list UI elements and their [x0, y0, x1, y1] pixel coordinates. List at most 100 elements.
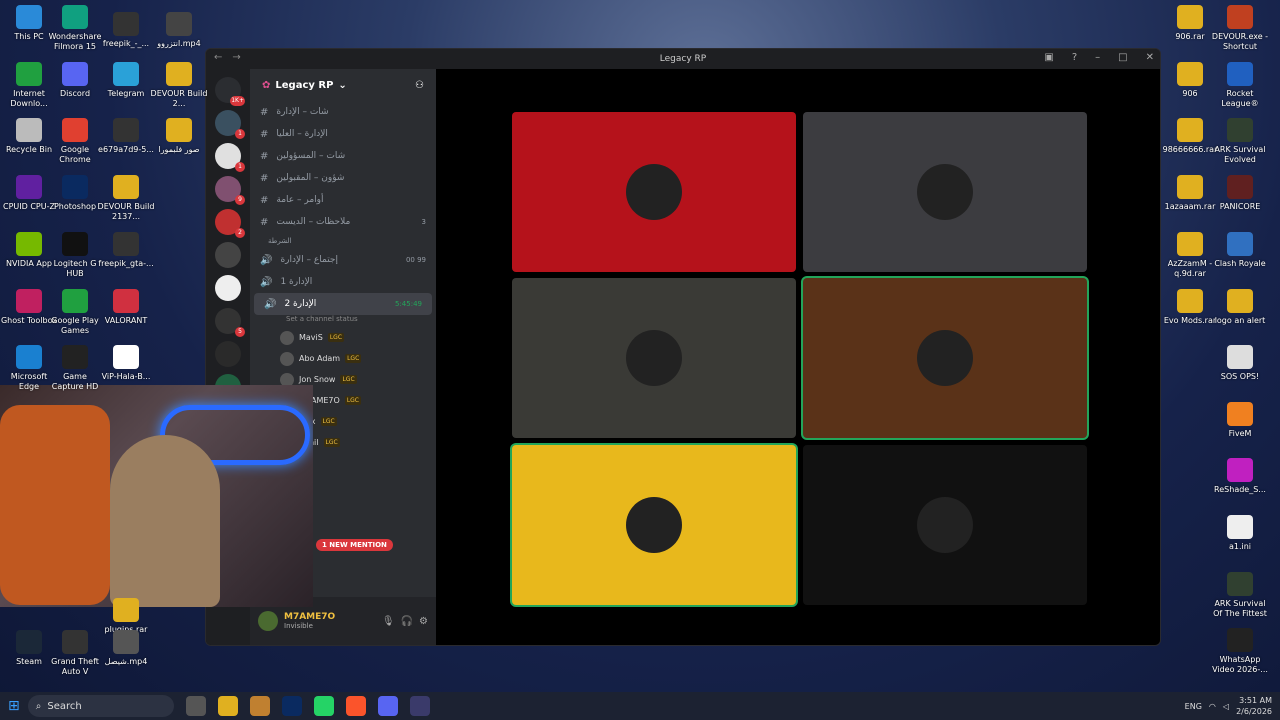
server-icon[interactable]: 1	[215, 110, 245, 139]
forward-icon[interactable]: →	[232, 52, 240, 63]
channel-item[interactable]: الشرطة	[250, 233, 436, 249]
channel-item[interactable]: # الإدارة – العليا	[250, 123, 436, 145]
desktop-shortcut[interactable]: ARK Survival Evolved	[1211, 118, 1269, 165]
channel-item[interactable]: # ملاحظات – الديست 3	[250, 211, 436, 233]
clan-tag: LGC	[340, 375, 357, 384]
desktop-shortcut[interactable]: Photoshop	[46, 175, 104, 212]
desktop-shortcut[interactable]: Game Capture HD	[46, 345, 104, 392]
settings-gear-icon[interactable]: ⚙	[419, 616, 428, 627]
server-icon[interactable]	[215, 242, 241, 268]
channel-item[interactable]: 🔊 الإدارة 2 5:45:49	[254, 293, 432, 315]
desktop-shortcut[interactable]: Rocket League®	[1211, 62, 1269, 109]
desktop-shortcut[interactable]: e679a7d9-5...	[97, 118, 155, 155]
microphone-icon[interactable]: 🎙	[382, 616, 395, 627]
desktop-shortcut[interactable]: ReShade_S...	[1211, 458, 1269, 495]
channel-item[interactable]: 🔊 الإدارة 1	[250, 271, 436, 293]
channel-item[interactable]: # شات – المسؤولين	[250, 145, 436, 167]
desktop-icon-label: PANICORE	[1219, 202, 1261, 211]
avatar[interactable]	[258, 611, 278, 631]
participant-tile[interactable]	[512, 445, 796, 605]
desktop-shortcut[interactable]: Grand Theft Auto V	[46, 630, 104, 677]
desktop-shortcut[interactable]: Wondershare Filmora 15	[46, 5, 104, 52]
desktop-shortcut[interactable]: Google Chrome	[46, 118, 104, 165]
desktop-shortcut[interactable]: Clash Royale	[1211, 232, 1269, 269]
server-icon[interactable]: 2	[215, 209, 245, 238]
participant-tile[interactable]	[803, 445, 1087, 605]
task-view-icon[interactable]	[185, 696, 206, 716]
app-icon[interactable]	[249, 696, 270, 716]
desktop-icon-label: WhatsApp Video 2026-...	[1212, 655, 1268, 674]
desktop-shortcut[interactable]: شيصل.mp4	[97, 630, 155, 667]
windows-start-icon[interactable]: ⊞	[8, 698, 20, 714]
desktop-shortcut[interactable]: logo an alert	[1211, 289, 1269, 326]
desktop-shortcut[interactable]: FiveM	[1211, 402, 1269, 439]
desktop-shortcut[interactable]: freepik_-_...	[97, 12, 155, 49]
server-icon[interactable]	[215, 275, 241, 301]
desktop-icon-label: Google Chrome	[59, 145, 91, 164]
participant-tile[interactable]	[512, 112, 796, 272]
clan-tag: LGC	[320, 417, 337, 426]
desktop-shortcut[interactable]: DEVOUR Build 2137...	[97, 175, 155, 222]
desktop-shortcut[interactable]: SOS OPS!	[1211, 345, 1269, 382]
whatsapp-icon[interactable]	[313, 696, 334, 716]
photoshop-icon[interactable]	[281, 696, 302, 716]
discord-taskbar-icon[interactable]	[377, 696, 398, 716]
desktop-shortcut[interactable]: انتزروو.mp4	[150, 12, 208, 49]
inbox-icon[interactable]: ▣	[1044, 52, 1053, 63]
clan-tag: LGC	[345, 354, 362, 363]
channel-name: الشرطة	[268, 237, 292, 245]
server-icon[interactable]	[215, 341, 241, 367]
back-icon[interactable]: ←	[214, 52, 222, 63]
close-button[interactable]: ✕	[1146, 52, 1154, 63]
channel-status[interactable]: Set a channel status	[250, 315, 436, 327]
desktop-shortcut[interactable]: DEVOUR Build 2...	[150, 62, 208, 109]
search-box[interactable]: ⌕ Search	[27, 695, 174, 717]
wifi-icon[interactable]: ◠	[1209, 702, 1216, 711]
brave-icon[interactable]	[345, 696, 366, 716]
maximize-button[interactable]: □	[1118, 52, 1127, 63]
desktop-shortcut[interactable]: WhatsApp Video 2026-...	[1211, 628, 1269, 675]
server-icon[interactable]: 1K+	[215, 77, 245, 106]
voice-user[interactable]: MaviS LGC	[250, 327, 436, 348]
desktop-shortcut[interactable]: freepik_gta-...	[97, 232, 155, 269]
desktop-shortcut[interactable]: صور فلبمورا	[150, 118, 208, 155]
new-mention-badge[interactable]: 1 NEW MENTION	[316, 539, 393, 551]
guild-header[interactable]: ✿ Legacy RP ⌄ ⚇	[250, 69, 436, 101]
desktop-shortcut[interactable]: VALORANT	[97, 289, 155, 326]
desktop-icon-label: Wondershare Filmora 15	[48, 32, 102, 51]
desktop-shortcut[interactable]: a1.ini	[1211, 515, 1269, 552]
server-badge: 1K+	[230, 96, 245, 106]
voice-user[interactable]: Abo Adam LGC	[250, 348, 436, 369]
language-indicator[interactable]: ENG	[1185, 702, 1202, 711]
channel-item[interactable]: # شؤون – المقبولين	[250, 167, 436, 189]
desktop-shortcut-icon	[62, 118, 88, 142]
desktop-shortcut[interactable]: ViP-Hala-B...	[97, 345, 155, 382]
desktop-shortcut[interactable]: PANICORE	[1211, 175, 1269, 212]
server-icon[interactable]: 1	[215, 143, 245, 172]
server-icon[interactable]: 5	[215, 308, 245, 337]
voice-channel-icon: 🔊	[260, 254, 273, 266]
desktop-shortcut[interactable]: ARK Survival Of The Fittest	[1211, 572, 1269, 619]
participant-tile[interactable]	[803, 112, 1087, 272]
channel-item[interactable]: 🔊 إجتماع – الإدارة 00 99	[250, 249, 436, 271]
server-badge: 1	[235, 129, 245, 139]
channel-item[interactable]: # شات – الإدارة	[250, 101, 436, 123]
volume-icon[interactable]: ◁	[1223, 702, 1229, 711]
app-icon[interactable]	[409, 696, 430, 716]
desktop-shortcut[interactable]: Google Play Games	[46, 289, 104, 336]
desktop-shortcut[interactable]: DEVOUR.exe - Shortcut	[1211, 5, 1269, 52]
add-member-icon[interactable]: ⚇	[415, 80, 424, 91]
desktop-shortcut[interactable]: Discord	[46, 62, 104, 99]
file-explorer-icon[interactable]	[217, 696, 238, 716]
participant-tile[interactable]	[512, 278, 796, 438]
server-icon[interactable]: 9	[215, 176, 245, 205]
help-icon[interactable]: ?	[1072, 52, 1077, 63]
desktop-shortcut-icon	[1227, 572, 1253, 596]
headphones-icon[interactable]: 🎧	[401, 616, 413, 627]
channel-item[interactable]: # أوامر – عامة	[250, 189, 436, 211]
desktop-shortcut[interactable]: Telegram	[97, 62, 155, 99]
clock[interactable]: 3:51 AM 2/6/2026	[1236, 695, 1272, 717]
participant-tile[interactable]	[803, 278, 1087, 438]
desktop-shortcut[interactable]: Logitech G HUB	[46, 232, 104, 279]
minimize-button[interactable]: –	[1095, 52, 1100, 63]
